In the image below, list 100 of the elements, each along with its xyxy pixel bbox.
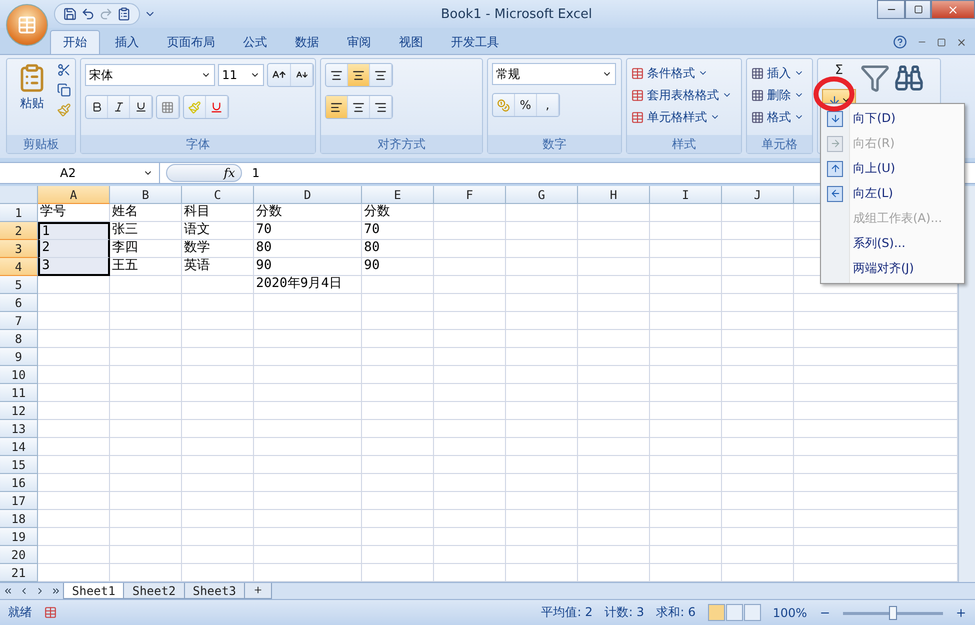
row-header[interactable]: 3	[0, 240, 38, 258]
binoculars-icon[interactable]	[894, 63, 924, 93]
table-cell[interactable]	[794, 456, 958, 474]
table-cell[interactable]	[434, 384, 506, 402]
ribbon-tab[interactable]: 插入	[102, 30, 152, 54]
row-header[interactable]: 2	[0, 222, 38, 240]
table-cell[interactable]	[110, 528, 182, 546]
table-cell[interactable]	[506, 276, 578, 294]
table-cell[interactable]	[110, 510, 182, 528]
table-cell[interactable]	[434, 366, 506, 384]
table-cell[interactable]	[254, 330, 362, 348]
table-cell[interactable]	[254, 420, 362, 438]
table-cell[interactable]	[506, 384, 578, 402]
table-cell[interactable]	[434, 402, 506, 420]
table-cell[interactable]	[578, 528, 650, 546]
table-cell[interactable]	[578, 240, 650, 258]
table-cell[interactable]	[362, 294, 434, 312]
table-cell[interactable]	[650, 402, 722, 420]
row-header[interactable]: 6	[0, 294, 38, 312]
save-icon[interactable]	[63, 7, 77, 21]
maximize-button[interactable]	[905, 0, 931, 19]
table-cell[interactable]	[650, 276, 722, 294]
table-cell[interactable]	[362, 420, 434, 438]
table-cell[interactable]: 分数	[362, 204, 434, 222]
column-header[interactable]: I	[650, 186, 722, 204]
table-cell[interactable]	[434, 420, 506, 438]
table-cell[interactable]	[722, 222, 794, 240]
row-header[interactable]: 11	[0, 384, 38, 402]
table-cell[interactable]	[722, 240, 794, 258]
table-cell[interactable]	[362, 276, 434, 294]
table-cell[interactable]	[182, 474, 254, 492]
ribbon-tab[interactable]: 公式	[230, 30, 280, 54]
row-header[interactable]: 20	[0, 546, 38, 564]
ribbon-tab[interactable]: 审阅	[334, 30, 384, 54]
table-cell[interactable]	[38, 492, 110, 510]
table-cell[interactable]	[794, 384, 958, 402]
table-cell[interactable]	[38, 294, 110, 312]
table-cell[interactable]	[38, 564, 110, 582]
ribbon-tab[interactable]: 开发工具	[438, 30, 512, 54]
table-cell[interactable]	[722, 384, 794, 402]
table-cell[interactable]	[182, 456, 254, 474]
table-cell[interactable]: 王五	[110, 258, 182, 276]
table-cell[interactable]	[722, 402, 794, 420]
zoom-level[interactable]: 100%	[772, 606, 807, 620]
row-header[interactable]: 4	[0, 258, 38, 276]
new-sheet-button[interactable]	[244, 583, 272, 599]
table-cell[interactable]	[650, 438, 722, 456]
view-button[interactable]	[744, 604, 761, 621]
table-cell[interactable]: 80	[362, 240, 434, 258]
table-cell[interactable]: 70	[362, 222, 434, 240]
table-cell[interactable]: 张三	[110, 222, 182, 240]
table-cell[interactable]	[578, 258, 650, 276]
table-cell[interactable]	[182, 420, 254, 438]
table-cell[interactable]	[578, 330, 650, 348]
table-cell[interactable]	[434, 330, 506, 348]
table-cell[interactable]	[578, 384, 650, 402]
row-header[interactable]: 15	[0, 456, 38, 474]
table-cell[interactable]	[434, 546, 506, 564]
table-cell[interactable]	[794, 438, 958, 456]
sheet-tab[interactable]: Sheet3	[184, 583, 246, 599]
table-cell[interactable]	[578, 510, 650, 528]
table-cell[interactable]	[110, 276, 182, 294]
table-cell[interactable]	[506, 474, 578, 492]
font-size-field[interactable]: 11	[218, 64, 264, 86]
table-cell[interactable]	[506, 312, 578, 330]
table-cell[interactable]	[506, 258, 578, 276]
menu-item[interactable]: 向上(U)	[823, 156, 962, 181]
table-cell[interactable]	[38, 312, 110, 330]
table-cell[interactable]	[110, 366, 182, 384]
zoom-in-icon[interactable]	[955, 606, 967, 618]
table-cell[interactable]	[434, 222, 506, 240]
table-cell[interactable]	[434, 510, 506, 528]
table-cell[interactable]	[434, 258, 506, 276]
row-header[interactable]: 9	[0, 348, 38, 366]
table-cell[interactable]	[362, 474, 434, 492]
table-cell[interactable]	[110, 348, 182, 366]
row-header[interactable]: 21	[0, 564, 38, 582]
table-cell[interactable]	[722, 438, 794, 456]
table-cell[interactable]	[182, 348, 254, 366]
percent-button[interactable]: %	[515, 94, 537, 116]
table-cell[interactable]: 90	[254, 258, 362, 276]
row-header[interactable]: 12	[0, 402, 38, 420]
ribbon-tab[interactable]: 开始	[50, 30, 100, 54]
table-cell[interactable]	[434, 492, 506, 510]
table-cell[interactable]	[38, 510, 110, 528]
table-cell[interactable]	[650, 294, 722, 312]
table-cell[interactable]	[110, 438, 182, 456]
menu-item[interactable]: 向左(L)	[823, 181, 962, 206]
table-cell[interactable]	[650, 474, 722, 492]
column-header[interactable]: A	[38, 186, 110, 204]
table-cell[interactable]	[38, 330, 110, 348]
zoom-slider-thumb[interactable]	[889, 606, 897, 620]
table-cell[interactable]	[578, 366, 650, 384]
table-cell[interactable]	[722, 528, 794, 546]
table-cell[interactable]	[650, 258, 722, 276]
column-header[interactable]: H	[578, 186, 650, 204]
table-cell[interactable]	[182, 492, 254, 510]
table-cell[interactable]	[110, 564, 182, 582]
table-cell[interactable]	[794, 348, 958, 366]
column-header[interactable]: B	[110, 186, 182, 204]
